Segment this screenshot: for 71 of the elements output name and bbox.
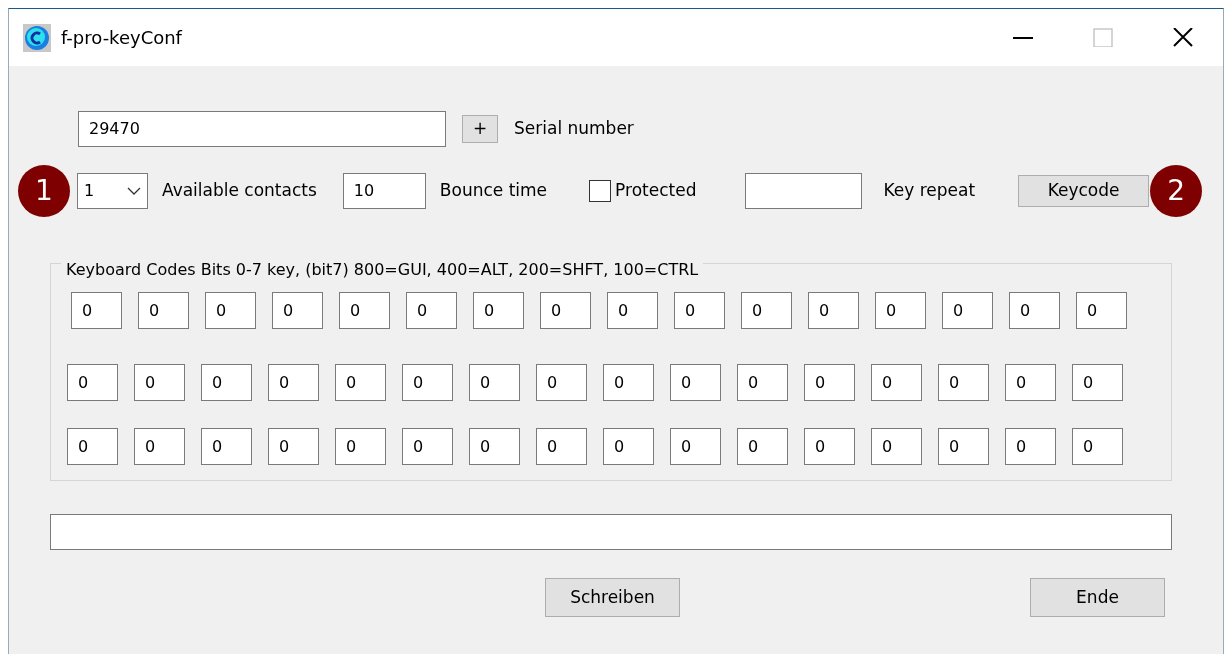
key-code-field[interactable]: 0 (875, 292, 926, 329)
exit-button[interactable]: Ende (1030, 578, 1165, 617)
add-button[interactable]: + (462, 115, 498, 143)
app-icon (23, 23, 51, 52)
key-code-field[interactable]: 0 (536, 364, 587, 401)
key-code-field[interactable]: 0 (938, 428, 989, 465)
key-code-field[interactable]: 0 (1072, 364, 1123, 401)
key-code-field[interactable]: 0 (201, 428, 252, 465)
field-label: Available contacts (162, 179, 317, 203)
key-code-field[interactable]: 0 (603, 364, 654, 401)
key-code-field[interactable]: 0 (603, 428, 654, 465)
bounce-time-field[interactable]: 10 (342, 173, 426, 209)
field-label: Serial number (514, 117, 634, 141)
key-code-field[interactable]: 0 (804, 428, 855, 465)
contacts-dropdown[interactable]: 1 (77, 173, 148, 209)
key-code-field[interactable]: 0 (268, 428, 319, 465)
key-code-field[interactable]: 0 (871, 428, 922, 465)
key-code-field[interactable]: 0 (737, 364, 788, 401)
key-code-field[interactable]: 0 (402, 428, 453, 465)
key-code-field[interactable]: 0 (1005, 364, 1056, 401)
key-code-field[interactable]: 0 (138, 292, 189, 329)
field-label: Key repeat (883, 179, 976, 203)
key-code-field[interactable]: 0 (942, 292, 993, 329)
key-code-field[interactable]: 0 (201, 364, 252, 401)
key-code-field[interactable]: 0 (205, 292, 256, 329)
key-code-field[interactable]: 0 (335, 364, 386, 401)
number-marker: 2 (1150, 165, 1203, 217)
key-code-field[interactable]: 0 (741, 292, 792, 329)
key-code-field[interactable]: 0 (540, 292, 591, 329)
key-code-field[interactable]: 0 (871, 364, 922, 401)
key-code-field[interactable]: 0 (402, 364, 453, 401)
key-code-field[interactable]: 0 (272, 292, 323, 329)
chevron-down-icon (127, 187, 141, 195)
number-marker: 1 (18, 165, 70, 217)
key-code-field[interactable]: 0 (1005, 428, 1056, 465)
field-label: Bounce time (439, 179, 548, 203)
key-code-field[interactable]: 0 (473, 292, 524, 329)
key-code-field[interactable]: 0 (406, 292, 457, 329)
key-code-field[interactable]: 0 (1009, 292, 1060, 329)
key-repeat-field[interactable] (745, 173, 863, 209)
key-code-field[interactable]: 0 (670, 364, 721, 401)
key-code-field[interactable]: 0 (674, 292, 725, 329)
key-code-field[interactable]: 0 (808, 292, 859, 329)
close-icon (1172, 28, 1194, 47)
write-button[interactable]: Schreiben (545, 578, 680, 617)
key-code-field[interactable]: 0 (670, 428, 721, 465)
key-code-field[interactable]: 0 (938, 364, 989, 401)
key-code-field[interactable]: 0 (804, 364, 855, 401)
key-code-field[interactable]: 0 (268, 364, 319, 401)
key-code-field[interactable]: 0 (71, 292, 122, 329)
key-code-field[interactable]: 0 (607, 292, 658, 329)
key-code-field[interactable]: 0 (134, 364, 185, 401)
key-code-field[interactable]: 0 (536, 428, 587, 465)
key-code-field[interactable]: 0 (1076, 292, 1127, 329)
checkbox[interactable] (589, 180, 612, 202)
key-code-field[interactable]: 0 (1072, 428, 1123, 465)
minimize-icon (1013, 36, 1033, 39)
serial-field[interactable]: 29470 (78, 111, 446, 147)
checkbox-label: Protected (615, 179, 697, 203)
key-code-field[interactable]: 0 (737, 428, 788, 465)
status-field[interactable] (50, 514, 1172, 550)
key-code-field[interactable]: 0 (339, 292, 390, 329)
window-title: f-pro-keyConf (61, 26, 184, 50)
key-code-field[interactable]: 0 (67, 428, 118, 465)
maximize-icon (1092, 28, 1114, 47)
key-code-field[interactable]: 0 (67, 364, 118, 401)
key-code-field[interactable]: 0 (134, 428, 185, 465)
key-code-field[interactable]: 0 (469, 428, 520, 465)
keycode-button[interactable]: Keycode (1018, 175, 1150, 207)
key-code-field[interactable]: 0 (335, 428, 386, 465)
key-code-field[interactable]: 0 (469, 364, 520, 401)
